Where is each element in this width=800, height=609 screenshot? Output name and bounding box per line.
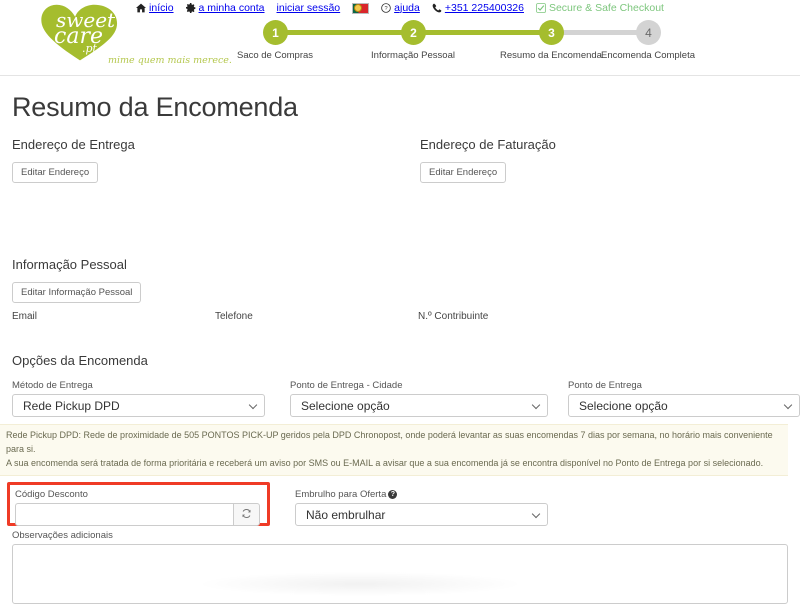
edit-shipping-address-button[interactable]: Editar Endereço (12, 162, 99, 184)
delivery-method-label: Método de Entrega (12, 380, 93, 392)
stepper-step-4-number: 4 (645, 25, 652, 40)
topbar-link-iniciar-sessao[interactable]: iniciar sessão (277, 3, 341, 14)
stepper-step-1-number: 1 (272, 25, 279, 40)
check-square-icon (536, 3, 546, 13)
portugal-flag-icon (352, 2, 370, 14)
pickup-point-field: Ponto de Entrega Selecione opção (568, 380, 800, 418)
edit-billing-address-button[interactable]: Editar Endereço (420, 162, 507, 184)
secure-checkout-label: Secure & Safe Checkout (548, 1, 664, 14)
delivery-info-alert-line-2: A sua encomenda será tratada de forma pr… (6, 458, 764, 469)
billing-address-heading: Endereço de Faturação (420, 137, 556, 152)
personal-info-fields: Email Telefone N.º Contribuinte (12, 311, 800, 325)
topbar-phone[interactable]: +351 225400326 (432, 3, 524, 14)
question-circle-icon: ? (381, 3, 391, 13)
additional-notes-label: Observações adicionais (12, 530, 113, 542)
page-title: Resumo da Encomenda (12, 92, 298, 122)
chevron-down-icon (531, 400, 541, 410)
delivery-fields-row: Método de Entrega Rede Pickup DPD Ponto … (12, 380, 800, 422)
additional-notes-textarea[interactable] (12, 544, 788, 605)
topbar-label-ajuda: ajuda (394, 1, 420, 14)
order-options-heading: Opções da Encomenda (12, 353, 148, 369)
pickup-city-select[interactable]: Selecione opção (290, 394, 548, 418)
stepper-step-1[interactable]: 1 (263, 20, 288, 45)
billing-address-block: Endereço de Faturação Editar Endereço (420, 137, 790, 184)
secure-checkout-badge: Secure & Safe Checkout (536, 3, 664, 14)
stepper-connector-1 (270, 30, 415, 35)
delivery-method-select[interactable]: Rede Pickup DPD (12, 394, 265, 418)
main-content: Resumo da Encomenda Endereço de Entrega … (0, 76, 800, 609)
stepper-step-2-number: 2 (410, 25, 417, 40)
stepper-step-2-label: Informação Pessoal (371, 50, 455, 61)
gift-wrap-label: Embrulho para Oferta? (295, 489, 548, 500)
addresses-section: Endereço de Entrega Editar Endereço Ende… (0, 137, 800, 257)
topbar-label-iniciar-sessao: iniciar sessão (276, 1, 341, 14)
stepper-step-3-number: 3 (548, 25, 555, 40)
discount-code-label: Código Desconto (15, 489, 88, 501)
question-mark-icon[interactable]: ? (388, 490, 398, 500)
phone-icon (432, 3, 442, 13)
personal-info-label-email: Email (12, 311, 38, 323)
gift-wrap-field: Embrulho para Oferta? Não embrulhar (295, 489, 548, 527)
svg-text:?: ? (385, 6, 388, 12)
edit-personal-info-button[interactable]: Editar Informação Pessoal (12, 282, 142, 304)
gift-wrap-value: Não embrulhar (306, 507, 386, 522)
delivery-method-value: Rede Pickup DPD (23, 398, 120, 413)
delivery-method-field: Método de Entrega Rede Pickup DPD (12, 380, 265, 418)
logo-tagline: mime quem mais merece. (108, 55, 232, 66)
gift-wrap-label-text: Embrulho para Oferta (295, 489, 387, 501)
pickup-point-select[interactable]: Selecione opção (568, 394, 800, 418)
order-options-section: Opções da Encomenda Método de Entrega Re… (0, 353, 800, 422)
discount-giftwrap-row: Código Desconto Embrulho para Oferta ? N… (7, 482, 800, 528)
stepper-step-1-label: Saco de Compras (236, 50, 314, 61)
gift-wrap-select[interactable]: Não embrulhar (295, 503, 548, 527)
pickup-city-value: Selecione opção (301, 398, 390, 413)
pickup-point-value: Selecione opção (579, 398, 668, 413)
personal-info-label-telefone: Telefone (215, 311, 253, 323)
delivery-info-alert: Rede Pickup DPD: Rede de proximidade de … (0, 424, 788, 477)
personal-info-section: Informação Pessoal Editar Informação Pes… (0, 257, 800, 325)
discount-code-input[interactable] (15, 503, 233, 527)
chevron-down-icon (248, 400, 258, 410)
stepper-step-2[interactable]: 2 (401, 20, 426, 45)
chevron-down-icon (531, 509, 541, 518)
stepper-step-4: 4 (636, 20, 661, 45)
discount-code-apply-button[interactable] (233, 503, 260, 527)
chevron-down-icon (783, 400, 793, 410)
personal-info-label-contribuinte: N.º Contribuinte (418, 311, 489, 323)
shipping-address-heading: Endereço de Entrega (12, 137, 135, 152)
topbar-language-selector[interactable] (352, 2, 370, 14)
pickup-city-field: Ponto de Entrega - Cidade Selecione opçã… (290, 380, 548, 418)
pickup-city-label: Ponto de Entrega - Cidade (290, 380, 403, 392)
topbar-link-ajuda[interactable]: ? ajuda (381, 3, 420, 14)
delivery-info-alert-line-1: Rede Pickup DPD: Rede de proximidade de … (6, 430, 773, 455)
personal-info-heading: Informação Pessoal (12, 257, 127, 272)
pickup-point-label: Ponto de Entrega (568, 380, 642, 392)
stepper-step-3[interactable]: 3 (539, 20, 564, 45)
topbar-label-phone: +351 225400326 (444, 1, 524, 14)
stepper-connector-2 (408, 30, 553, 35)
logo-wordmark: sweet care .pt (54, 10, 115, 55)
stepper-step-4-label: Encomenda Completa (601, 50, 695, 61)
shipping-address-block: Endereço de Entrega Editar Endereço (12, 137, 402, 184)
checkout-stepper: 1 Saco de Compras 2 Informação Pessoal 3… (236, 20, 695, 64)
stepper-step-3-label: Resumo da Encomenda (500, 50, 602, 61)
discount-code-input-group (15, 503, 260, 527)
refresh-icon (241, 506, 252, 524)
additional-notes-section: Observações adicionais (0, 530, 800, 609)
discount-code-field: Código Desconto (15, 489, 260, 527)
site-logo[interactable]: sweet care .pt mime quem mais merece. (30, 2, 232, 70)
